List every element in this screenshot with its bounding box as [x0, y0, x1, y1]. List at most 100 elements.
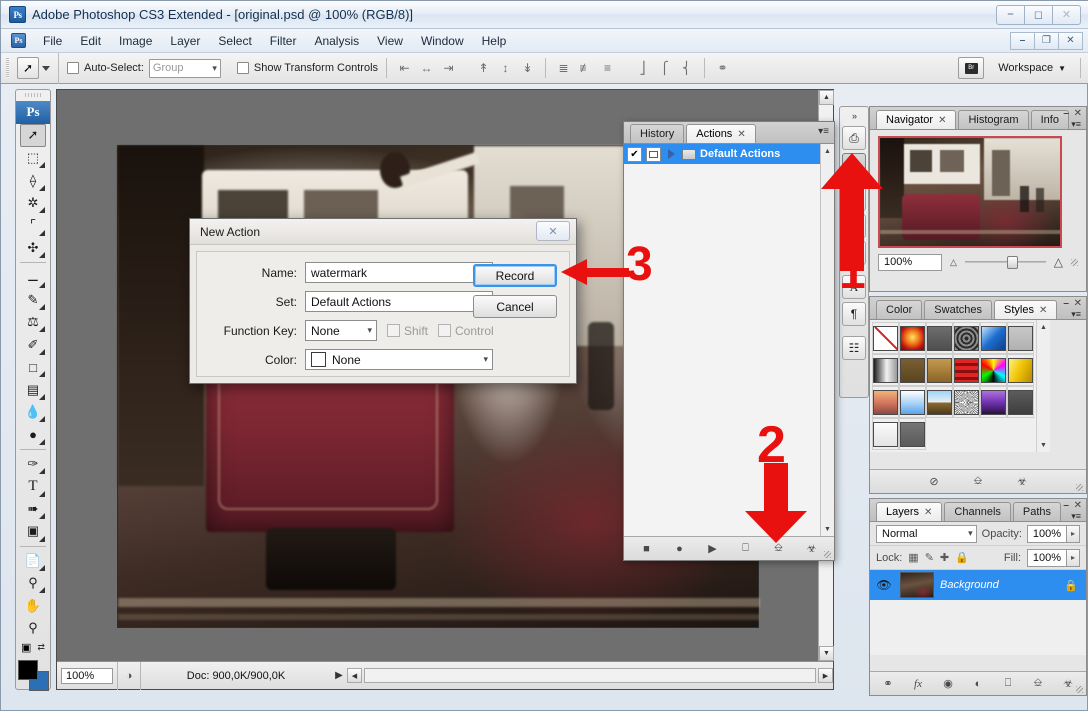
beach-horizon-style[interactable]: [927, 389, 952, 415]
magic-wand-tool[interactable]: ✲: [20, 192, 46, 214]
tab-styles[interactable]: Styles ✕: [994, 300, 1058, 319]
red-stripes-style[interactable]: [954, 357, 979, 383]
distribute-left-edges-icon[interactable]: ⎦: [633, 59, 652, 78]
align-horizontal-centers-icon[interactable]: ↔: [417, 59, 436, 78]
auto-select-checkbox[interactable]: [67, 62, 79, 74]
style-swatch-cell[interactable]: [899, 418, 926, 450]
tab-navigator[interactable]: Navigator ✕: [876, 110, 957, 129]
notes-tool[interactable]: 📄: [20, 550, 46, 572]
zoom-tool[interactable]: ⚲: [20, 617, 46, 639]
dodge-tool[interactable]: ●: [20, 423, 46, 445]
menu-file[interactable]: File: [34, 31, 71, 51]
rainbow-chaos-style[interactable]: [981, 357, 1006, 383]
tab-history[interactable]: History: [630, 124, 685, 143]
show-transform-checkbox[interactable]: [236, 62, 249, 74]
dark-gray-style[interactable]: [1008, 389, 1033, 415]
lock-all-icon[interactable]: 🔒: [955, 551, 969, 564]
menu-window[interactable]: Window: [412, 31, 473, 51]
minimize-icon[interactable]: ⎯: [1064, 108, 1069, 119]
style-swatch-cell[interactable]: [926, 386, 953, 418]
history-brush-tool[interactable]: ✐: [20, 333, 46, 355]
style-swatch-cell[interactable]: [980, 386, 1007, 418]
create-new-action-icon[interactable]: ⎒: [771, 542, 787, 555]
style-swatch-cell[interactable]: [872, 322, 899, 354]
blur-tool[interactable]: 💧: [20, 401, 46, 423]
adjustment-layer-icon[interactable]: ◐: [970, 678, 986, 690]
layer-visibility-eye-icon[interactable]: 👁: [874, 578, 894, 592]
stop-playing-icon[interactable]: ■: [639, 543, 655, 555]
control-checkbox[interactable]: [438, 324, 452, 337]
actions-panel-menu-icon[interactable]: ▾≡: [818, 126, 829, 137]
purple-block-style[interactable]: [981, 389, 1006, 415]
style-swatch-cell[interactable]: [926, 354, 953, 386]
dotted-strokes-style[interactable]: [954, 325, 979, 351]
eyedropper-tool[interactable]: ⚲: [20, 572, 46, 594]
sunset-gradient-style[interactable]: [873, 389, 898, 415]
delete-style-icon[interactable]: ☣: [1014, 475, 1030, 488]
slice-tool[interactable]: ✣: [20, 237, 46, 259]
close-button[interactable]: ✕: [1052, 4, 1081, 25]
close-icon[interactable]: ✕: [1039, 305, 1047, 316]
scroll-right-button[interactable]: ▶: [818, 668, 833, 683]
hand-tool[interactable]: ✋: [20, 594, 46, 616]
zoom-out-icon[interactable]: △: [950, 257, 957, 268]
style-swatch-cell[interactable]: [899, 322, 926, 354]
style-swatch-cell[interactable]: [872, 418, 899, 450]
align-vertical-centers-icon[interactable]: ↕: [496, 59, 515, 78]
restore-button[interactable]: ◻: [1024, 4, 1053, 25]
layer-style-icon[interactable]: fx: [910, 678, 926, 690]
lock-transparent-pixels-icon[interactable]: ▦: [908, 551, 918, 564]
canvas-horizontal-scrollbar[interactable]: [364, 668, 816, 683]
style-swatch-cell[interactable]: [899, 386, 926, 418]
character-panel-icon[interactable]: A: [842, 275, 866, 299]
tan-satin-style[interactable]: [927, 357, 952, 383]
yellow-gold-style[interactable]: [1008, 357, 1033, 383]
new-layer-icon[interactable]: ⎒: [1030, 677, 1046, 690]
tab-actions[interactable]: Actions ✕: [686, 124, 756, 143]
sunset-sky-style[interactable]: [900, 325, 925, 351]
layer-thumbnail[interactable]: [900, 572, 934, 598]
brown-wood-style[interactable]: [900, 357, 925, 383]
link-layers-icon[interactable]: ⚭: [880, 677, 896, 690]
medium-gray-style[interactable]: [900, 421, 925, 447]
clone-stamp-tool[interactable]: ⚖: [20, 311, 46, 333]
doc-close-button[interactable]: ✕: [1058, 31, 1083, 50]
blue-glass-style[interactable]: [981, 325, 1006, 351]
tab-color[interactable]: Color: [876, 300, 923, 319]
sky-blue-style[interactable]: [900, 389, 925, 415]
doc-restore-button[interactable]: ❐: [1034, 31, 1059, 50]
minimize-icon[interactable]: ⎯: [1064, 500, 1069, 511]
history-panel-icon[interactable]: ⎙: [842, 126, 866, 150]
style-swatch-cell[interactable]: [872, 354, 899, 386]
toggle-dialog-icon[interactable]: [646, 146, 661, 162]
align-right-edges-icon[interactable]: ⇥: [439, 59, 458, 78]
play-selection-icon[interactable]: ▶: [705, 542, 721, 555]
tab-paths[interactable]: Paths: [1012, 502, 1062, 521]
close-icon[interactable]: ✕: [1074, 500, 1082, 511]
scroll-down-button[interactable]: ▼: [1037, 438, 1050, 452]
style-swatch-cell[interactable]: [953, 354, 980, 386]
color-dropdown[interactable]: None ▾: [305, 349, 493, 370]
distribute-vertical-centers-icon[interactable]: ≢: [576, 59, 595, 78]
gradient-tool[interactable]: ▤: [20, 378, 46, 400]
record-button[interactable]: Record: [473, 264, 557, 287]
create-new-set-icon[interactable]: ⎕: [738, 542, 754, 555]
navigator-thumbnail[interactable]: [878, 136, 1062, 248]
navigator-panel-menu-icon[interactable]: ▾≡: [1071, 119, 1081, 130]
pen-tool[interactable]: ✑: [20, 453, 46, 475]
styles-vertical-scrollbar[interactable]: ▲ ▼: [1036, 320, 1050, 452]
rectangular-marquee-tool[interactable]: ⬚: [20, 147, 46, 169]
distribute-horizontal-centers-icon[interactable]: ⎧: [655, 59, 674, 78]
go-to-bridge-button[interactable]: Br: [958, 57, 985, 79]
distribute-top-edges-icon[interactable]: ≣: [554, 59, 573, 78]
menu-analysis[interactable]: Analysis: [305, 31, 368, 51]
menu-layer[interactable]: Layer: [161, 31, 209, 51]
slider-knob[interactable]: [1006, 256, 1018, 269]
horizontal-type-tool[interactable]: T: [20, 475, 46, 497]
style-swatch-cell[interactable]: [980, 322, 1007, 354]
white-bevel-style[interactable]: [873, 421, 898, 447]
style-swatch-cell[interactable]: [1007, 354, 1034, 386]
crop-tool[interactable]: ⌜: [20, 214, 46, 236]
layer-mask-icon[interactable]: ◉: [940, 677, 956, 690]
current-tool-selector[interactable]: ➚: [13, 52, 59, 84]
